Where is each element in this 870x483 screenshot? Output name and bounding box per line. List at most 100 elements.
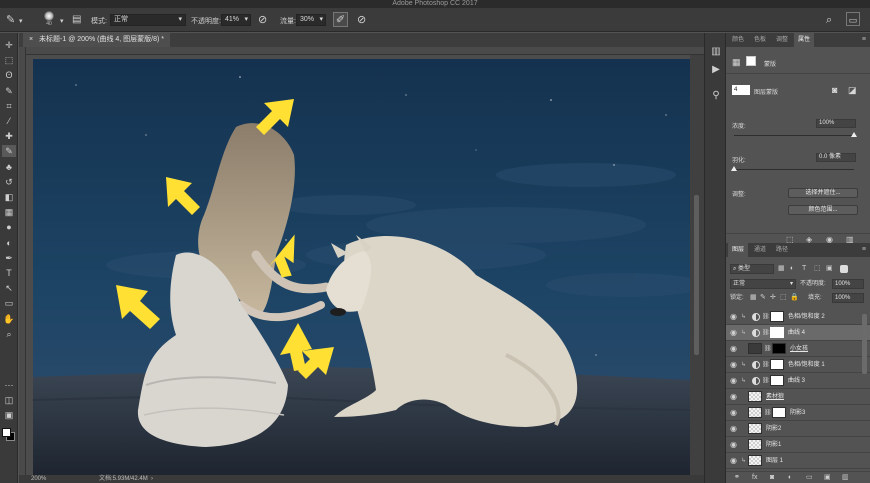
lock-pixels-icon[interactable]: ▦ — [750, 293, 757, 303]
vertical-scrollbar[interactable] — [690, 55, 704, 475]
eye-icon[interactable]: ◉ — [730, 408, 739, 418]
filter-toggle-icon[interactable] — [840, 265, 848, 273]
hand-tool-icon[interactable]: ✋ — [2, 313, 16, 325]
feather-field[interactable]: 0.0 像素 — [816, 153, 856, 162]
type-tool-icon[interactable]: T — [2, 267, 16, 279]
pressure-opacity-icon[interactable]: ⊘ — [258, 13, 267, 27]
chevron-down-icon[interactable]: ▾ — [60, 15, 64, 29]
panel-menu-icon[interactable]: ≡ — [862, 243, 866, 257]
layer-mask-thumbnail[interactable] — [770, 375, 784, 386]
mode-select[interactable]: 正常 ▾ — [110, 14, 186, 26]
healing-tool-icon[interactable]: ✚ — [2, 130, 16, 142]
tab-top_tabs-2[interactable]: 调整 — [772, 33, 792, 47]
lock-icon[interactable]: 🔒 — [790, 293, 799, 303]
color-range-button[interactable]: 颜色范围... — [788, 205, 858, 215]
eye-icon[interactable]: ◉ — [730, 440, 739, 450]
brush-preset-picker[interactable]: 40 — [42, 11, 56, 29]
layer-mask-thumbnail[interactable] — [770, 327, 784, 338]
trash-icon[interactable]: ▥ — [842, 473, 849, 483]
link-icon[interactable]: ⛓ — [764, 344, 772, 354]
adjustment-layer-icon[interactable]: ◐ — [788, 473, 792, 483]
layer-row[interactable]: ◉ ⛓ 阴影3 — [726, 405, 870, 421]
filter-pixel-icon[interactable]: ▦ — [778, 264, 785, 274]
workspace-icon[interactable]: ▭ — [846, 12, 860, 26]
search-icon[interactable]: ⌕ — [826, 13, 832, 27]
pen-tool-icon[interactable]: ✒ — [2, 252, 16, 264]
quick-select-tool-icon[interactable]: ✎ — [2, 85, 16, 97]
blend-mode-select[interactable]: 正常 ▾ — [730, 279, 796, 289]
feather-slider-knob[interactable] — [731, 166, 737, 171]
layer-mask-thumbnail[interactable] — [770, 311, 784, 322]
chevron-right-icon[interactable]: › — [151, 475, 153, 483]
vector-mask-button-icon[interactable]: ◪ — [848, 85, 857, 96]
dodge-tool-icon[interactable]: ◐ — [2, 237, 16, 249]
tab-top_tabs-3[interactable]: 属性 — [794, 33, 815, 47]
link-icon[interactable]: ⛓ — [764, 408, 772, 418]
pixel-mask-icon[interactable]: ▦ — [732, 57, 741, 68]
eye-icon[interactable]: ◉ — [730, 360, 739, 370]
layers-scrollbar-thumb[interactable] — [862, 314, 867, 374]
brush-icon[interactable]: ✎ — [6, 13, 15, 27]
layer-row[interactable]: ◉ ↳ ⛓ 色相/饱和度 1 — [726, 357, 870, 373]
eyedropper-tool-icon[interactable]: ⁄ — [2, 115, 16, 127]
lock-position-icon[interactable]: ✛ — [770, 293, 776, 303]
layer-row[interactable]: ◉ ↳ ⛓ 曲线 3 — [726, 373, 870, 389]
tab-top_tabs-0[interactable]: 颜色 — [728, 33, 748, 47]
group-folder-icon[interactable]: ▭ — [806, 473, 813, 483]
new-layer-icon[interactable]: ▣ — [824, 473, 831, 483]
eye-icon[interactable]: ◉ — [730, 344, 739, 354]
more-tool-icon[interactable]: ⋯ — [2, 379, 16, 391]
layer-filter-select[interactable]: ⌕ 类型 — [730, 264, 774, 274]
eye-icon[interactable]: ◉ — [730, 376, 739, 386]
path-select-tool-icon[interactable]: ↖ — [2, 282, 16, 294]
tab-layer_tabs-2[interactable]: 路径 — [772, 243, 792, 257]
scrollbar-thumb[interactable] — [694, 195, 699, 355]
zoom-tool-icon[interactable]: ⌕ — [2, 328, 16, 340]
clone-stamp-tool-icon[interactable]: ♣ — [2, 161, 16, 173]
tab-top_tabs-1[interactable]: 色板 — [750, 33, 770, 47]
lock-artboard-icon[interactable]: ⬚ — [780, 293, 787, 303]
layer-row[interactable]: ◉ 阴影2 — [726, 421, 870, 437]
eraser-tool-icon[interactable]: ◧ — [2, 191, 16, 203]
link-icon[interactable]: ⛓ — [762, 328, 770, 338]
add-mask-icon[interactable]: ◙ — [770, 473, 774, 483]
blur-tool-icon[interactable]: ● — [2, 221, 16, 233]
fill-field[interactable]: 100% — [832, 293, 864, 303]
history-brush-tool-icon[interactable]: ↺ — [2, 176, 16, 188]
layer-mask-thumbnail[interactable] — [772, 407, 786, 418]
layer-row[interactable]: ◉ 素材狼 — [726, 389, 870, 405]
layer-row[interactable]: ◉ ↳ ⛓ 色相/饱和度 2 — [726, 309, 870, 325]
select-and-mask-button[interactable]: 选择并遮住... — [788, 188, 858, 198]
eye-icon[interactable]: ◉ — [730, 328, 739, 338]
history-icon[interactable]: ▥ — [709, 45, 723, 59]
layer-row[interactable]: ◉ 阴影1 — [726, 437, 870, 453]
chevron-down-icon[interactable]: ▾ — [19, 15, 23, 29]
foreground-color-swatch[interactable] — [2, 428, 11, 437]
filter-smart-object-icon[interactable]: ▣ — [826, 264, 833, 274]
document-tab[interactable]: × 未标题-1 @ 200% (曲线 4, 图层蒙版/8) * — [23, 33, 171, 47]
tab-layer_tabs-0[interactable]: 图层 — [728, 243, 749, 257]
layer-row[interactable]: ◉ ↳ ⛓ 曲线 4 — [726, 325, 870, 341]
filter-type-icon[interactable]: T — [802, 264, 806, 274]
layer-row[interactable]: ◉ ⛓ 小女孩 — [726, 341, 870, 357]
flow-field[interactable]: 30% ▾ — [296, 14, 326, 26]
density-slider[interactable] — [734, 135, 854, 136]
link-icon[interactable]: ⛓ — [762, 312, 770, 322]
brush-tool-icon[interactable]: ✎ — [2, 145, 16, 158]
marquee-tool-icon[interactable]: ⬚ — [2, 54, 16, 66]
density-field[interactable]: 100% — [816, 119, 856, 128]
pressure-size-icon[interactable]: ⊘ — [357, 13, 366, 27]
move-tool-icon[interactable]: ✛ — [2, 39, 16, 51]
panel-menu-icon[interactable]: ≡ — [862, 33, 866, 47]
tab-layer_tabs-1[interactable]: 通道 — [750, 243, 770, 257]
fx-icon[interactable]: fx — [752, 473, 757, 483]
close-icon[interactable]: × — [29, 36, 33, 43]
eye-icon[interactable]: ◉ — [730, 456, 739, 466]
zoom-level[interactable]: 200% — [31, 475, 46, 483]
airbrush-icon[interactable]: ✐ — [333, 12, 348, 27]
filter-adjustment-icon[interactable]: ◐ — [790, 264, 794, 274]
adjust-icon[interactable]: ⚲ — [709, 89, 723, 103]
play-icon[interactable]: ▶ — [709, 63, 723, 77]
vertical-ruler[interactable] — [19, 47, 26, 475]
quick-mask-tool-icon[interactable]: ◫ — [2, 394, 16, 406]
